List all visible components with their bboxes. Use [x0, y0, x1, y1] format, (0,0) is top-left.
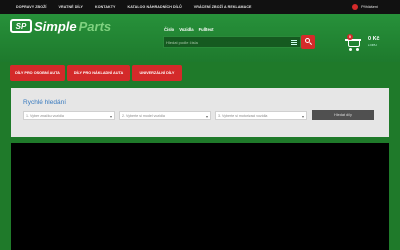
login-link[interactable]: Přihlášení [352, 0, 378, 14]
chevron-down-icon [110, 115, 112, 118]
logo-word-simple: Simple [34, 18, 77, 34]
logo-badge: SP [10, 19, 32, 33]
cart-total[interactable]: 0 Kč [368, 36, 380, 42]
quick-search-selects: 1. Vyber značku vozidla 2. Vyberte si mo… [23, 110, 374, 120]
category-buttons: DÍLY PRO OSOBNÍ AUTA DÍLY PRO NÁKLADNÍ A… [10, 65, 182, 81]
cart-vat-note: s DPH [368, 43, 377, 47]
site-logo[interactable]: SP Simple Parts [10, 18, 111, 34]
search-mode-tabs: Číslo Vozidla Fulltext [164, 27, 214, 32]
model-select[interactable]: 2. Vyberte si model vozidla [119, 111, 211, 120]
top-navigation: DOPRAVY ZBOŽÍ VRATNÉ DÍLY KONTAKTY KATAL… [16, 0, 252, 14]
chevron-down-icon [302, 115, 304, 118]
engine-select[interactable]: 3. Vyberte si motorizaci vozidla [215, 111, 307, 120]
nav-link-dopravy[interactable]: DOPRAVY ZBOŽÍ [16, 5, 47, 9]
search-button[interactable] [301, 35, 315, 49]
login-label: Přihlášení [361, 5, 378, 9]
nav-link-kontakty[interactable]: KONTAKTY [95, 5, 116, 9]
chevron-down-icon [206, 115, 208, 118]
main-content-area [11, 143, 389, 250]
engine-select-value: 3. Vyberte si motorizaci vozidla [218, 114, 268, 118]
menu-icon[interactable] [291, 40, 297, 45]
nav-link-vratne-dily[interactable]: VRATNÉ DÍLY [59, 5, 83, 9]
nav-link-katalog[interactable]: KATALOG NÁHRADNÍCH DÍLŮ [128, 5, 182, 9]
nav-link-vraceni[interactable]: VRÁCENÍ ZBOŽÍ A REKLAMACE [194, 5, 252, 9]
tab-vozidla[interactable]: Vozidla [179, 27, 193, 32]
category-osobni-auta-button[interactable]: DÍLY PRO OSOBNÍ AUTA [10, 65, 65, 81]
category-nakladni-auta-button[interactable]: DÍLY PRO NÁKLADNÍ AUTA [67, 65, 130, 81]
tab-cislo[interactable]: Číslo [164, 27, 174, 32]
quick-search-title: Rychlé hledání [23, 99, 66, 106]
brand-select[interactable]: 1. Vyber značku vozidla [23, 111, 115, 120]
tab-fulltext[interactable]: Fulltext [199, 27, 214, 32]
cart-count-badge: 0 [347, 34, 353, 40]
category-univerzalni-dily-button[interactable]: UNIVERZÁLNÍ DÍLY [132, 65, 182, 81]
user-icon [352, 4, 359, 10]
search-box [163, 36, 301, 48]
brand-select-value: 1. Vyber značku vozidla [26, 114, 64, 118]
model-select-value: 2. Vyberte si model vozidla [122, 114, 165, 118]
top-bar: DOPRAVY ZBOŽÍ VRATNÉ DÍLY KONTAKTY KATAL… [0, 0, 400, 14]
logo-word-parts: Parts [78, 18, 112, 34]
quick-search-panel: Rychlé hledání 1. Vyber značku vozidla 2… [11, 88, 389, 137]
search-input[interactable] [166, 38, 286, 47]
find-parts-button[interactable]: Hledat díly [312, 110, 374, 120]
